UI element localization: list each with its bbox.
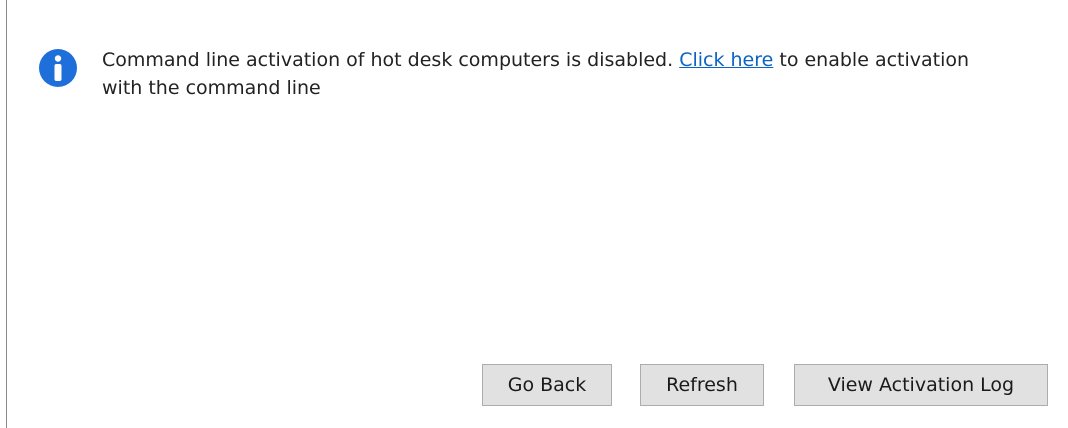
click-here-link[interactable]: Click here <box>679 49 773 71</box>
message-text-before: Command line activation of hot desk comp… <box>102 49 680 71</box>
refresh-button[interactable]: Refresh <box>640 364 764 406</box>
info-icon <box>38 48 78 88</box>
go-back-button[interactable]: Go Back <box>482 364 612 406</box>
window-left-border <box>6 0 7 428</box>
view-activation-log-button[interactable]: View Activation Log <box>794 364 1048 406</box>
info-message: Command line activation of hot desk comp… <box>38 46 1038 102</box>
info-message-text: Command line activation of hot desk comp… <box>102 46 1002 102</box>
